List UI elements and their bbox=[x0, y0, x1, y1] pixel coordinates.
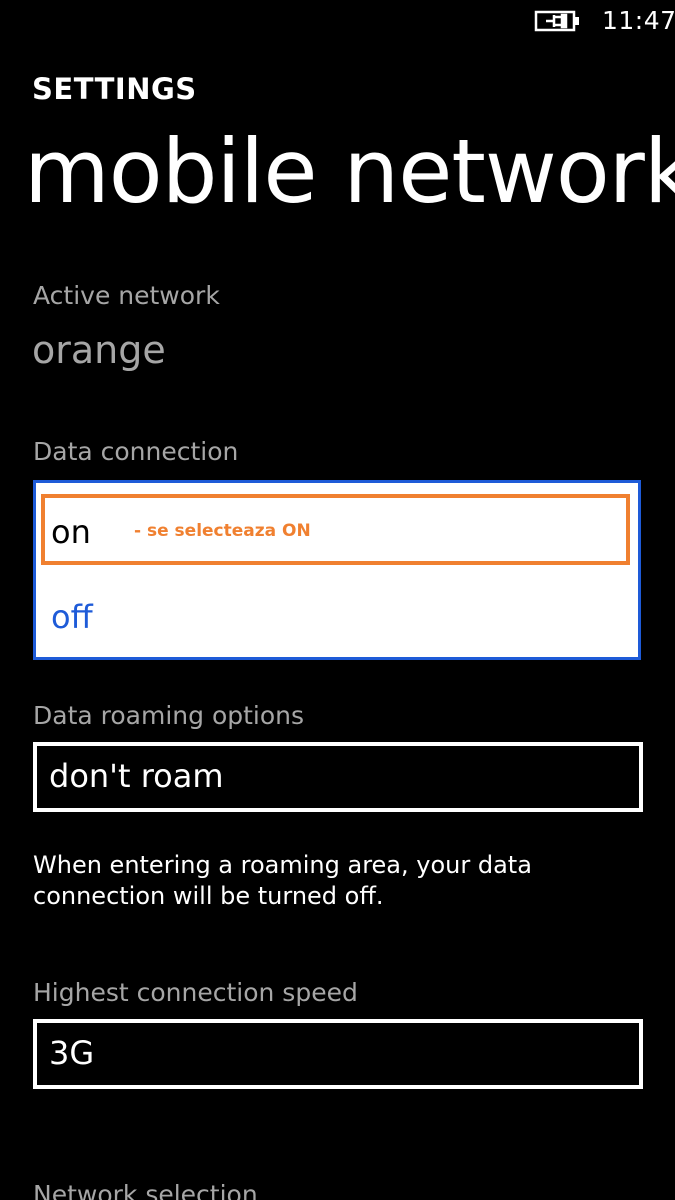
app-title: SETTINGS bbox=[32, 72, 197, 106]
active-network-label: Active network bbox=[33, 281, 220, 310]
connection-speed-picker[interactable]: 3G bbox=[33, 1019, 643, 1089]
data-connection-label: Data connection bbox=[33, 437, 239, 466]
data-connection-picker[interactable]: on - se selecteaza ON off bbox=[33, 480, 641, 660]
roaming-note: When entering a roaming area, your data … bbox=[33, 851, 532, 910]
connection-speed-label: Highest connection speed bbox=[33, 978, 358, 1007]
network-selection-label: Network selection bbox=[33, 1180, 258, 1200]
status-bar: 11:47 bbox=[0, 0, 675, 44]
option-on[interactable]: on bbox=[51, 513, 91, 551]
data-roaming-value: don't roam bbox=[49, 757, 224, 795]
option-off[interactable]: off bbox=[51, 598, 93, 636]
active-network-value: orange bbox=[32, 328, 166, 372]
connection-speed-value: 3G bbox=[49, 1034, 95, 1072]
clock: 11:47 bbox=[602, 6, 675, 35]
data-roaming-label: Data roaming options bbox=[33, 701, 305, 730]
battery-charging-icon bbox=[534, 10, 579, 32]
page-title: mobile network bbox=[24, 120, 675, 223]
highlight-box bbox=[41, 494, 630, 565]
annotation-text: - se selecteaza ON bbox=[134, 521, 311, 541]
data-roaming-picker[interactable]: don't roam bbox=[33, 742, 643, 812]
